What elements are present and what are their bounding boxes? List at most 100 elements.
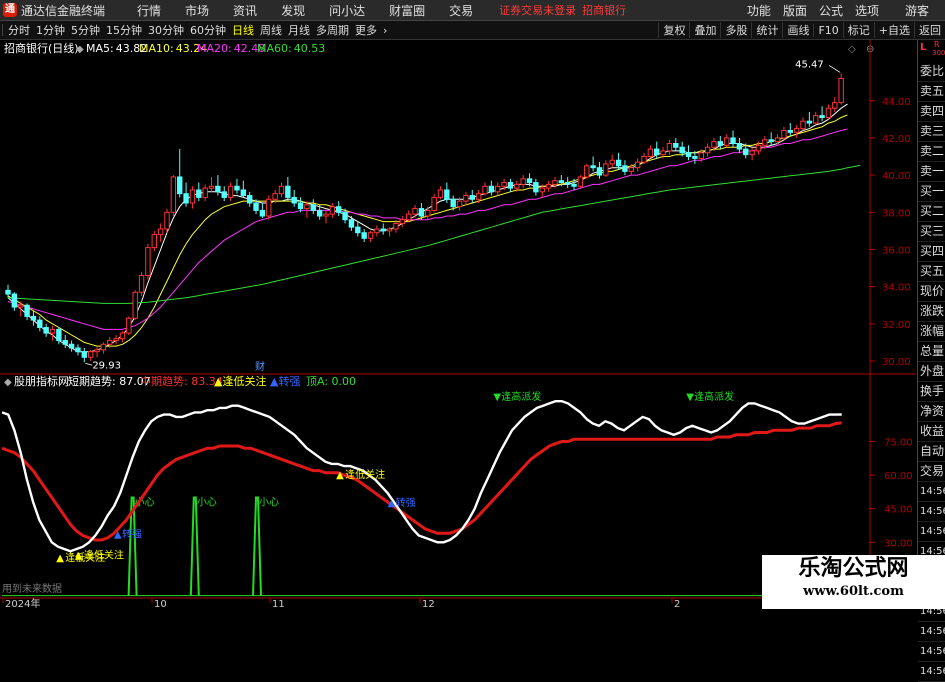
candle-body <box>234 185 240 191</box>
menu-news[interactable]: 资讯 <box>221 2 269 19</box>
indicator-title: 股朋指标网 <box>14 374 69 388</box>
statistics-button[interactable]: 统计 <box>751 22 782 38</box>
menu-wealth[interactable]: 财富圈 <box>377 2 437 19</box>
sidebar-item[interactable]: 净资 <box>918 402 945 422</box>
chart-area[interactable]: 招商银行(日线) ◆ MA5: 43.82 MA10: 43.24 MA20: 42.… <box>0 40 916 610</box>
candle-body <box>596 167 603 176</box>
candle-body <box>336 206 342 213</box>
menu-discover[interactable]: 发现 <box>269 2 317 19</box>
candle-body <box>138 274 145 293</box>
candle-body <box>367 232 374 239</box>
sidebar-item[interactable]: 买三 <box>918 222 945 242</box>
candle-body <box>246 195 253 204</box>
candle-body <box>520 178 526 185</box>
menu-formula[interactable]: 公式 <box>813 2 849 19</box>
period-monthly[interactable]: 月线 <box>285 22 313 38</box>
period-60min[interactable]: 60分钟 <box>187 22 229 38</box>
date-label: 2 <box>674 599 680 609</box>
f10-button[interactable]: F10 <box>813 23 842 37</box>
sidebar-item[interactable]: 卖二 <box>918 142 945 162</box>
sidebar-item[interactable]: 买二 <box>918 202 945 222</box>
candle-body <box>577 176 584 187</box>
sidebar-item[interactable]: 卖四 <box>918 102 945 122</box>
candle-body <box>456 200 463 208</box>
finance-mark[interactable]: 财 <box>255 360 265 373</box>
menu-quotes[interactable]: 行情 <box>125 2 173 19</box>
menu-assistant[interactable]: 问小达 <box>317 2 377 19</box>
menu-market[interactable]: 市场 <box>173 2 221 19</box>
period-intraday[interactable]: 分时 <box>5 22 33 38</box>
candle-body <box>666 143 673 152</box>
menu-layout[interactable]: 版面 <box>777 2 813 19</box>
sidebar-item[interactable]: 收益 <box>918 422 945 442</box>
sidebar-item[interactable]: 涨跌 <box>918 302 945 322</box>
period-15min[interactable]: 15分钟 <box>103 22 145 38</box>
period-1min[interactable]: 1分钟 <box>33 22 68 38</box>
kline-chart[interactable]: 招商银行(日线) ◆ MA5: 43.82 MA10: 43.24 MA20: 42.… <box>0 40 916 610</box>
low-marker-arrow <box>85 362 93 366</box>
sidebar-item[interactable]: 换手 <box>918 382 945 402</box>
mark-button[interactable]: 标记 <box>842 22 874 38</box>
sidebar-item[interactable]: 总量 <box>918 342 945 362</box>
overlay-button[interactable]: 叠加 <box>689 22 720 38</box>
sidebar-item[interactable]: 买五 <box>918 262 945 282</box>
candle-body <box>647 148 654 158</box>
period-5min[interactable]: 5分钟 <box>68 22 103 38</box>
adjust-button[interactable]: 复权 <box>658 22 689 38</box>
candle-body <box>793 128 800 133</box>
quote-sidebar: L R 300 委比 卖五 卖四 卖三 卖二 卖一 买一 买二 买三 买四 买五 现价 涨跌 涨幅 总量 外盘… <box>917 40 945 682</box>
candle-body <box>355 226 361 234</box>
period-multi[interactable]: 多周期 <box>313 22 352 38</box>
sidebar-item[interactable]: 委比 <box>918 62 945 82</box>
title-bar: 通 通达信金融终端 行情 市场 资讯 发现 问小达 财富圈 交易 证券交易未登录… <box>0 0 945 21</box>
guest-user[interactable]: 游客 <box>899 2 935 19</box>
candle-body <box>609 159 615 165</box>
candle-body <box>654 148 660 156</box>
multi-stock-button[interactable]: 多股 <box>720 22 751 38</box>
chevron-right-icon[interactable]: › <box>380 24 390 37</box>
stock-title: 招商银行(日线) <box>4 41 79 55</box>
candle-body <box>628 167 634 172</box>
menu-options[interactable]: 选项 <box>849 2 885 19</box>
expand-icon[interactable]: ◇ <box>848 44 856 55</box>
menu-trade[interactable]: 交易 <box>437 2 485 19</box>
back-button[interactable]: 返回 <box>914 22 945 38</box>
sidebar-item[interactable]: 自动 <box>918 442 945 462</box>
candle-body <box>730 137 736 145</box>
candle-body <box>310 204 316 211</box>
sidebar-item[interactable]: 涨幅 <box>918 322 945 342</box>
sidebar-item[interactable]: 买四 <box>918 242 945 262</box>
candle-body <box>552 180 558 185</box>
candle-body <box>806 120 813 124</box>
candle-body <box>37 319 43 329</box>
add-watchlist-button[interactable]: +自选 <box>873 22 914 38</box>
careful-label: 小心 <box>197 496 217 508</box>
turn-strong-label: ▲转强 <box>270 374 300 388</box>
indicator-tick-label: 75.00 <box>884 438 913 449</box>
login-status[interactable]: 证券交易未登录 <box>499 2 576 18</box>
candle-body <box>736 143 743 150</box>
period-30min[interactable]: 30分钟 <box>145 22 187 38</box>
sidebar-item[interactable]: 卖三 <box>918 122 945 142</box>
candle-body <box>622 165 628 172</box>
candle-body <box>838 77 844 104</box>
sidebar-item[interactable]: 现价 <box>918 282 945 302</box>
indicator-axis: 75.00 60.00 45.00 30.00 <box>870 438 913 549</box>
sidebar-item[interactable]: 交易 <box>918 462 945 482</box>
indicator-settings-icon[interactable]: ◆ <box>4 377 12 388</box>
sidebar-item[interactable]: 卖五 <box>918 82 945 102</box>
draw-line-button[interactable]: 画线 <box>782 22 813 38</box>
candle-body <box>227 185 234 198</box>
sidebar-code: 300 <box>932 49 945 57</box>
candle-body <box>342 211 348 221</box>
settings-dot-icon[interactable]: ◆ <box>76 44 84 55</box>
sidebar-item[interactable]: 外盘 <box>918 362 945 382</box>
candle-body <box>526 178 533 184</box>
period-more[interactable]: 更多 <box>352 22 380 38</box>
sidebar-item[interactable]: 卖一 <box>918 162 945 182</box>
top-signal-label: 逢高派发 <box>694 390 734 403</box>
sidebar-item[interactable]: 买一 <box>918 182 945 202</box>
period-daily[interactable]: 日线 <box>229 22 257 38</box>
period-weekly[interactable]: 周线 <box>257 22 285 38</box>
menu-function[interactable]: 功能 <box>741 2 777 19</box>
